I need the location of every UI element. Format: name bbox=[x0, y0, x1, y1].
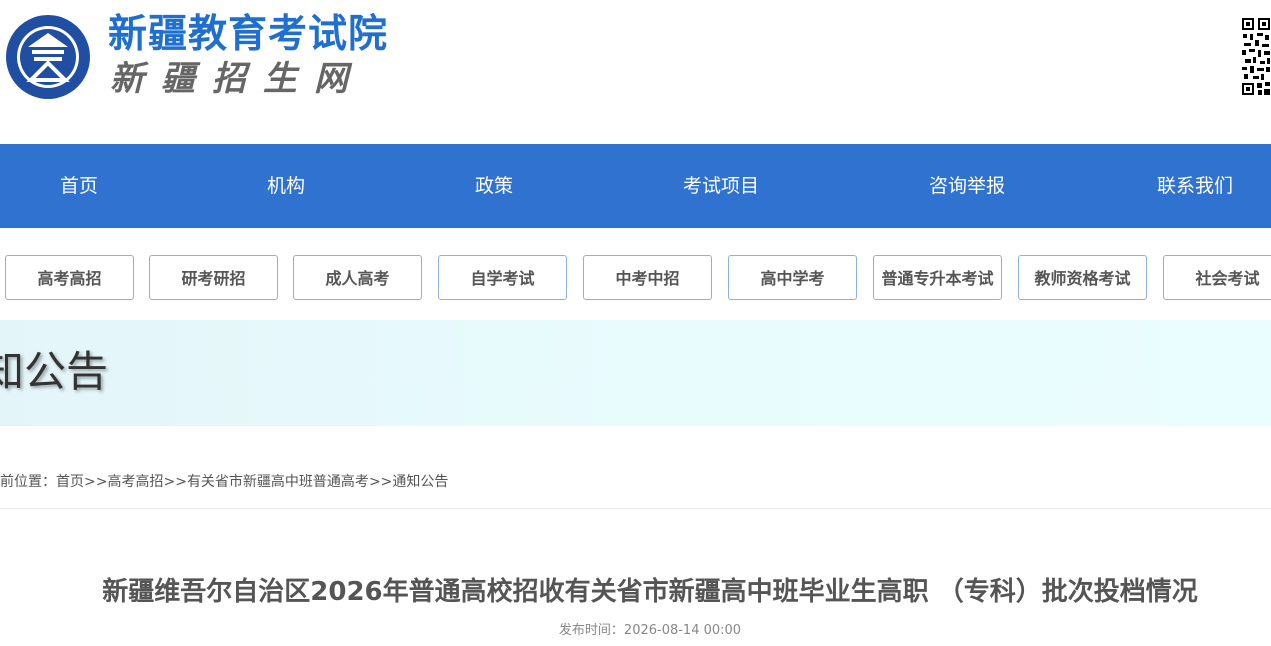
subnav-adult-exam[interactable]: 成人高考 bbox=[293, 255, 422, 300]
subnav-upgrade-exam[interactable]: 普通专升本考试 bbox=[873, 255, 1002, 300]
publish-date: 2026-08-14 00:00 bbox=[623, 623, 742, 638]
subnav-graduate-exam[interactable]: 研考研招 bbox=[149, 255, 278, 300]
divider bbox=[0, 508, 1271, 509]
nav-item-exam-projects[interactable]: 考试项目 bbox=[683, 144, 759, 228]
breadcrumb-link-gaokao[interactable]: 高考高招 bbox=[107, 474, 163, 490]
subnav-highschool-exam[interactable]: 高中学考 bbox=[728, 255, 857, 300]
article-title: 新疆维吾尔自治区2026年普通高校招收有关省市新疆高中班毕业生高职 （专科）批次… bbox=[102, 577, 1198, 607]
subnav-zhongkao[interactable]: 中考中招 bbox=[583, 255, 712, 300]
qr-code-icon bbox=[1241, 17, 1271, 96]
section-banner: 知公告 bbox=[0, 320, 1271, 426]
subnav-teacher-cert-exam[interactable]: 教师资格考试 bbox=[1018, 255, 1147, 300]
publish-time: 发布时间：2026-08-14 00:00 bbox=[0, 621, 1271, 641]
banner-title: 知公告 bbox=[0, 347, 109, 396]
nav-item-organization[interactable]: 机构 bbox=[267, 144, 305, 228]
nav-item-contact[interactable]: 联系我们 bbox=[1157, 144, 1233, 228]
nav-item-consult-report[interactable]: 咨询举报 bbox=[929, 144, 1005, 228]
breadcrumb-prefix: 前位置： bbox=[0, 474, 56, 490]
breadcrumb-link-home[interactable]: 首页 bbox=[56, 474, 84, 490]
nav-item-home[interactable]: 首页 bbox=[60, 144, 98, 228]
site-header: 新疆教育考试院 新疆招生网 bbox=[0, 0, 1271, 144]
breadcrumb-link-notices[interactable]: 通知公告 bbox=[392, 474, 448, 490]
breadcrumb-separator: >> bbox=[84, 474, 108, 490]
subnav-social-exam[interactable]: 社会考试 bbox=[1163, 255, 1271, 300]
nav-item-policy[interactable]: 政策 bbox=[475, 144, 513, 228]
site-title: 新疆教育考试院 bbox=[108, 12, 389, 57]
breadcrumb: 前位置：首页>>高考高招>>有关省市新疆高中班普通高考>>通知公告 bbox=[0, 471, 448, 493]
subnav-self-study-exam[interactable]: 自学考试 bbox=[438, 255, 567, 300]
main-nav: 首页 机构 政策 考试项目 咨询举报 联系我们 bbox=[0, 144, 1271, 228]
publish-label: 发布时间： bbox=[558, 623, 624, 638]
site-subtitle: 新疆招生网 bbox=[110, 59, 365, 99]
breadcrumb-separator: >> bbox=[368, 474, 393, 490]
breadcrumb-link-xinjiang-class[interactable]: 有关省市新疆高中班普通高考 bbox=[187, 474, 369, 490]
breadcrumb-separator: >> bbox=[163, 474, 187, 490]
subnav-gaokao[interactable]: 高考高招 bbox=[5, 255, 134, 300]
exam-institute-logo[interactable] bbox=[5, 14, 91, 100]
